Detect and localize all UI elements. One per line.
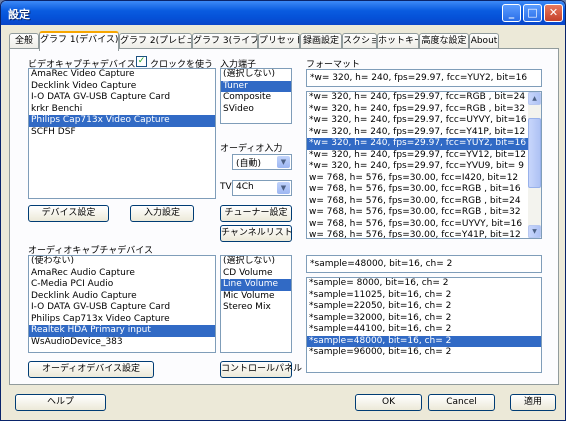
list-item[interactable]: AmaRec Video Capture	[29, 69, 215, 81]
list-item[interactable]: AmaRec Audio Capture	[29, 268, 215, 280]
tuner-settings-button[interactable]: チューナー設定	[220, 205, 292, 222]
audio-format-current-field[interactable]: *sample=48000, bit=16, ch= 2	[306, 255, 542, 273]
list-item[interactable]: w= 768, h= 576, fps=30.00, fcc=RGB , bit…	[307, 196, 541, 208]
tab-graph1-device[interactable]: グラフ 1(デバイス)	[39, 31, 119, 51]
tab-strip: 全般 グラフ 1(デバイス) グラフ 2(プレビュー) グラフ 3(ライブ) プ…	[9, 31, 559, 51]
list-item[interactable]: Line Volume	[221, 279, 291, 291]
list-item[interactable]: *sample=96000, bit=16, ch= 2	[307, 347, 541, 359]
list-item[interactable]: CD Volume	[221, 268, 291, 280]
channel-list-button[interactable]: チャンネルリスト	[220, 225, 293, 242]
minimize-button[interactable]: _	[502, 4, 521, 22]
list-item[interactable]: I-O DATA GV-USB Capture Card	[29, 302, 215, 314]
audio-input-select[interactable]: (自動) ▼	[232, 154, 292, 170]
list-item[interactable]: WsAudioDevice_383	[29, 337, 215, 349]
ok-button[interactable]: OK	[355, 394, 422, 411]
tv-channel-select[interactable]: 4Ch ▼	[232, 180, 292, 196]
list-item[interactable]: *sample=32000, bit=16, ch= 2	[307, 313, 541, 325]
list-item[interactable]: w= 768, h= 576, fps=30.00, fcc=RGB , bit…	[307, 184, 541, 196]
list-item[interactable]: *w= 320, h= 240, fps=29.97, fcc=RGB , bi…	[307, 92, 541, 104]
format-current-field[interactable]: *w= 320, h= 240, fps=29.97, fcc=YUY2, bi…	[306, 69, 542, 87]
list-item[interactable]: *w= 320, h= 240, fps=29.97, fcc=RGB , bi…	[307, 104, 541, 116]
list-item[interactable]: *w= 320, h= 240, fps=29.97, fcc=YVU9, bi…	[307, 161, 541, 173]
list-item[interactable]: *sample=44100, bit=16, ch= 2	[307, 324, 541, 336]
cancel-button[interactable]: Cancel	[428, 394, 495, 411]
list-item[interactable]: *w= 320, h= 240, fps=29.97, fcc=UYVY, bi…	[307, 115, 541, 127]
audio-input-list[interactable]: (選択しない) CD Volume Line Volume Mic Volume…	[220, 255, 292, 353]
input-settings-button[interactable]: 入力設定	[130, 205, 194, 222]
list-item[interactable]: Philips Cap713x Video Capture	[29, 314, 215, 326]
list-item[interactable]: Composite	[221, 92, 291, 104]
list-item[interactable]: (選択しない)	[221, 256, 291, 268]
help-button[interactable]: ヘルプ	[15, 394, 106, 411]
list-item[interactable]: Realtek HDA Primary input	[29, 325, 215, 337]
maximize-button[interactable]: □	[523, 4, 542, 22]
list-item[interactable]: *sample=48000, bit=16, ch= 2	[307, 335, 541, 347]
audio-input-label: オーディオ入力	[220, 144, 283, 154]
list-item[interactable]: *sample=11025, bit=16, ch= 2	[307, 290, 541, 302]
scroll-down-icon[interactable]: ▼	[528, 225, 541, 238]
settings-window: 設定 _ □ ✕ 全般 グラフ 1(デバイス) グラフ 2(プレビュー) グラフ…	[0, 0, 566, 421]
list-item[interactable]: *w= 320, h= 240, fps=29.97, fcc=YUY2, bi…	[307, 138, 541, 150]
list-item[interactable]: krkr Benchi	[29, 104, 215, 116]
chevron-down-icon[interactable]: ▼	[277, 156, 290, 168]
list-item[interactable]: Mic Volume	[221, 291, 291, 303]
video-device-list[interactable]: AmaRec Video Capture Decklink Video Capt…	[28, 68, 216, 199]
apply-button[interactable]: 適用	[510, 394, 556, 411]
list-item[interactable]: I-O DATA GV-USB Capture Card	[29, 92, 215, 104]
audio-format-list[interactable]: *sample= 8000, bit=16, ch= 2 *sample=110…	[306, 277, 542, 373]
list-item[interactable]: w= 768, h= 576, fps=30.00, fcc=RGB , bit…	[307, 207, 541, 219]
list-item[interactable]: *w= 320, h= 240, fps=29.97, fcc=Y41P, bi…	[307, 127, 541, 139]
list-item[interactable]: SVideo	[221, 104, 291, 116]
tab-panel: ビデオキャプチャデバイス ✓ クロックを使う AmaRec Video Capt…	[9, 48, 559, 385]
tv-label: TV	[220, 182, 232, 192]
list-item[interactable]: (選択しない)	[221, 69, 291, 81]
list-item[interactable]: *sample= 8000, bit=16, ch= 2	[307, 278, 541, 290]
control-panel-button[interactable]: コントロールパネル	[220, 361, 302, 378]
list-item[interactable]: *sample=22050, bit=16, ch= 2	[307, 301, 541, 313]
window-title: 設定	[8, 8, 30, 21]
list-item[interactable]: Decklink Audio Capture	[29, 291, 215, 303]
list-item[interactable]: Tuner	[221, 80, 291, 92]
title-bar[interactable]: 設定 _ □ ✕	[1, 1, 565, 25]
audio-input-value: (自動)	[236, 159, 262, 169]
list-item[interactable]: Decklink Video Capture	[29, 81, 215, 93]
list-item[interactable]: (使わない)	[29, 256, 215, 268]
list-item[interactable]: *w= 320, h= 240, fps=29.97, fcc=YV12, bi…	[307, 150, 541, 162]
list-item[interactable]: SCFH DSF	[29, 127, 215, 139]
list-item[interactable]: Philips Cap713x Video Capture	[29, 115, 215, 127]
list-item[interactable]: w= 768, h= 576, fps=30.00, fcc=Y41P, bit…	[307, 230, 541, 238]
input-terminal-list[interactable]: (選択しない) Tuner Composite SVideo	[220, 68, 292, 124]
format-list[interactable]: *w= 320, h= 240, fps=29.97, fcc=RGB , bi…	[306, 91, 542, 239]
list-item[interactable]: w= 768, h= 576, fps=30.00, fcc=I420, bit…	[307, 173, 541, 185]
list-item[interactable]: C-Media PCI Audio	[29, 279, 215, 291]
scroll-thumb[interactable]	[528, 118, 541, 188]
close-button[interactable]: ✕	[544, 4, 563, 22]
tv-channel-value: 4Ch	[236, 182, 254, 192]
format-scrollbar[interactable]: ▲ ▼	[528, 92, 541, 238]
chevron-down-icon[interactable]: ▼	[277, 182, 290, 194]
list-item[interactable]: Stereo Mix	[221, 302, 291, 314]
audio-device-list[interactable]: (使わない) AmaRec Audio Capture C-Media PCI …	[28, 255, 216, 353]
list-item[interactable]: w= 768, h= 576, fps=30.00, fcc=UYVY, bit…	[307, 219, 541, 231]
device-settings-button[interactable]: デバイス設定	[28, 205, 109, 222]
scroll-up-icon[interactable]: ▲	[528, 92, 541, 105]
audio-device-settings-button[interactable]: オーディオデバイス設定	[28, 361, 154, 378]
use-clock-checkbox[interactable]: ✓	[136, 56, 147, 67]
